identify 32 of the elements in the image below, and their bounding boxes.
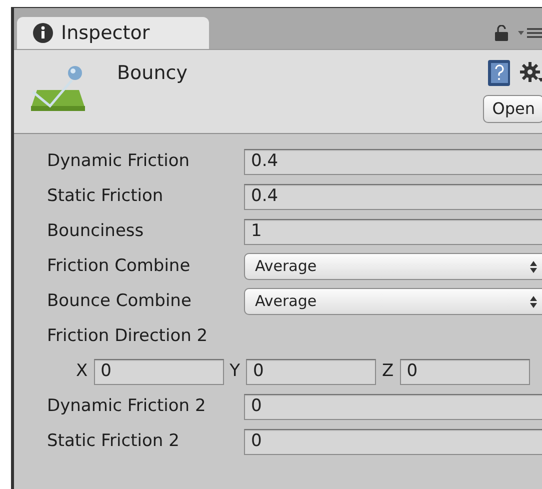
physic-material-icon — [29, 64, 87, 112]
number-field[interactable]: 0 — [244, 428, 542, 454]
number-field[interactable]: 0.4 — [244, 148, 542, 174]
dropdown[interactable]: Average — [244, 253, 542, 280]
number-field[interactable]: 0 — [400, 358, 530, 384]
dropdown[interactable]: Average — [244, 288, 542, 315]
property-label: Dynamic Friction 2 — [46, 394, 207, 418]
number-field[interactable]: 0.4 — [244, 184, 542, 210]
lock-icon[interactable] — [495, 25, 508, 41]
up-down-arrows-icon — [530, 260, 537, 272]
help-book-icon[interactable] — [488, 60, 512, 86]
property-label: Static Friction — [46, 184, 164, 208]
property-label: Dynamic Friction — [46, 150, 191, 173]
property-label: Bounce Combine — [46, 290, 192, 313]
axis-label: Z — [382, 360, 394, 383]
number-field[interactable]: 1 — [244, 218, 542, 244]
property-label: Bounciness — [46, 220, 145, 243]
inspector-tab[interactable]: Inspector — [17, 17, 209, 49]
asset-title: Bouncy — [117, 61, 188, 86]
up-down-arrows-icon — [530, 296, 537, 308]
property-label: Static Friction 2 — [46, 430, 180, 453]
gear-icon[interactable] — [520, 62, 542, 84]
number-field[interactable]: 0 — [94, 358, 224, 384]
info-icon — [33, 23, 53, 43]
property-label: Friction Direction 2 — [46, 324, 208, 348]
open-button[interactable]: Open — [483, 95, 542, 123]
menu-icon[interactable] — [518, 27, 542, 39]
number-field[interactable]: 0 — [244, 394, 542, 420]
axis-label: X — [76, 360, 88, 383]
axis-label: Y — [230, 360, 240, 383]
number-field[interactable]: 0 — [246, 358, 376, 384]
property-label: Friction Combine — [46, 254, 192, 278]
